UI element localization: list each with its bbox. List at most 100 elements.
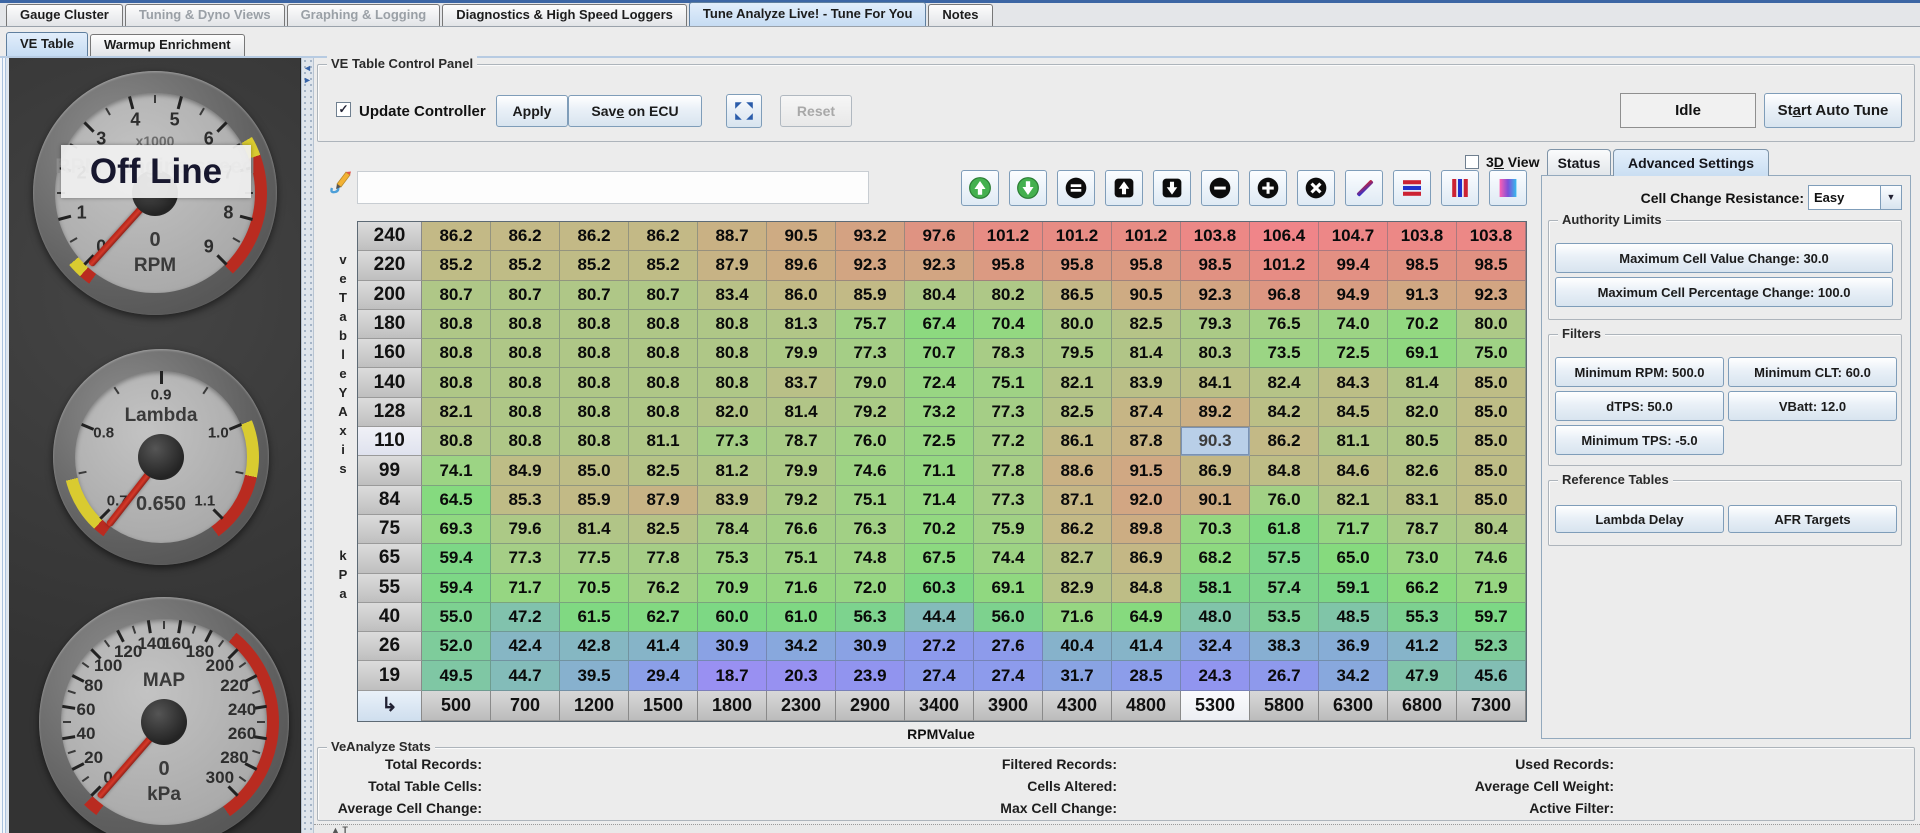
draw-line-button[interactable] bbox=[1345, 170, 1383, 206]
ve-cell[interactable]: 40.4 bbox=[1043, 632, 1112, 661]
ve-cell[interactable]: 80.7 bbox=[491, 281, 560, 310]
ve-cell[interactable]: 71.6 bbox=[1043, 603, 1112, 632]
ve-cell[interactable]: 80.8 bbox=[698, 368, 767, 397]
ve-cell[interactable]: 77.3 bbox=[491, 544, 560, 573]
ve-cell[interactable]: 87.9 bbox=[629, 486, 698, 515]
ve-cell[interactable]: 77.3 bbox=[974, 486, 1043, 515]
ve-cell[interactable]: 70.7 bbox=[905, 339, 974, 368]
ve-cell[interactable]: 52.3 bbox=[1457, 632, 1526, 661]
ve-cell[interactable]: 82.6 bbox=[1388, 456, 1457, 485]
ve-cell[interactable]: 80.8 bbox=[560, 398, 629, 427]
ve-cell[interactable]: 34.2 bbox=[767, 632, 836, 661]
ve-cell[interactable]: 24.3 bbox=[1181, 661, 1250, 690]
ve-cell[interactable]: 106.4 bbox=[1250, 222, 1319, 251]
chevron-down-icon[interactable]: ▼ bbox=[1880, 186, 1901, 209]
ve-row-header[interactable]: 128 bbox=[358, 398, 422, 427]
ve-row-header[interactable]: 220 bbox=[358, 251, 422, 280]
ve-cell[interactable]: 95.8 bbox=[1112, 251, 1181, 280]
ve-cell[interactable]: 101.2 bbox=[1250, 251, 1319, 280]
ve-cell[interactable]: 75.3 bbox=[698, 544, 767, 573]
ve-col-header[interactable]: 4300 bbox=[1043, 691, 1112, 721]
ve-cell[interactable]: 78.3 bbox=[974, 339, 1043, 368]
ve-cell[interactable]: 20.3 bbox=[767, 661, 836, 690]
ve-col-header[interactable]: 3400 bbox=[905, 691, 974, 721]
ve-cell[interactable]: 61.8 bbox=[1250, 515, 1319, 544]
ve-cell[interactable]: 30.9 bbox=[836, 632, 905, 661]
ve-cell[interactable]: 73.0 bbox=[1388, 544, 1457, 573]
ve-cell[interactable]: 85.2 bbox=[629, 251, 698, 280]
ve-cell[interactable]: 82.1 bbox=[1319, 486, 1388, 515]
ve-cell[interactable]: 41.4 bbox=[1112, 632, 1181, 661]
ve-cell[interactable]: 90.5 bbox=[1112, 281, 1181, 310]
ve-cell[interactable]: 23.9 bbox=[836, 661, 905, 690]
panel-splitter[interactable]: ◄ ► bbox=[301, 58, 314, 833]
ve-cell[interactable]: 69.1 bbox=[974, 574, 1043, 603]
ve-cell[interactable]: 83.9 bbox=[698, 486, 767, 515]
ve-cell[interactable]: 57.4 bbox=[1250, 574, 1319, 603]
ve-cell[interactable]: 75.1 bbox=[836, 486, 905, 515]
ve-cell[interactable]: 56.3 bbox=[836, 603, 905, 632]
ve-cell[interactable]: 57.5 bbox=[1250, 544, 1319, 573]
ve-cell[interactable]: 70.2 bbox=[905, 515, 974, 544]
ve-cell[interactable]: 85.2 bbox=[422, 251, 491, 280]
ve-cell[interactable]: 31.7 bbox=[1043, 661, 1112, 690]
sub-tab-1[interactable]: Warmup Enrichment bbox=[90, 34, 245, 56]
ve-cell[interactable]: 82.5 bbox=[1112, 310, 1181, 339]
ve-cell[interactable]: 95.8 bbox=[1043, 251, 1112, 280]
ve-cell[interactable]: 80.0 bbox=[1457, 310, 1526, 339]
ve-cell[interactable]: 75.9 bbox=[974, 515, 1043, 544]
ve-cell[interactable]: 83.9 bbox=[1112, 368, 1181, 397]
ve-cell[interactable]: 82.4 bbox=[1250, 368, 1319, 397]
ve-col-header[interactable]: 700 bbox=[491, 691, 560, 721]
ve-cell[interactable]: 104.7 bbox=[1319, 222, 1388, 251]
ve-cell[interactable]: 81.4 bbox=[1112, 339, 1181, 368]
ve-col-header[interactable]: 5300 bbox=[1181, 691, 1250, 721]
ve-cell[interactable]: 101.2 bbox=[974, 222, 1043, 251]
ve-cell[interactable]: 69.1 bbox=[1388, 339, 1457, 368]
ve-cell[interactable]: 86.9 bbox=[1112, 544, 1181, 573]
ve-cell[interactable]: 84.8 bbox=[1112, 574, 1181, 603]
reset-button[interactable]: Reset bbox=[780, 95, 852, 127]
ve-cell[interactable]: 77.8 bbox=[629, 544, 698, 573]
ve-cell[interactable]: 87.1 bbox=[1043, 486, 1112, 515]
ve-cell[interactable]: 101.2 bbox=[1112, 222, 1181, 251]
ve-cell[interactable]: 91.5 bbox=[1112, 456, 1181, 485]
ve-col-header[interactable]: 1800 bbox=[698, 691, 767, 721]
ve-cell[interactable]: 86.5 bbox=[1043, 281, 1112, 310]
ve-cell[interactable]: 80.8 bbox=[629, 368, 698, 397]
ve-cell[interactable]: 92.0 bbox=[1112, 486, 1181, 515]
ve-cell[interactable]: 77.5 bbox=[560, 544, 629, 573]
ve-cell[interactable]: 80.8 bbox=[422, 339, 491, 368]
ve-cell[interactable]: 81.3 bbox=[767, 310, 836, 339]
save-on-ecu-button[interactable]: Save on ECU bbox=[568, 95, 702, 127]
ve-row-header[interactable]: 180 bbox=[358, 310, 422, 339]
ve-cell[interactable]: 84.2 bbox=[1250, 398, 1319, 427]
ve-cell[interactable]: 70.3 bbox=[1181, 515, 1250, 544]
ve-cell[interactable]: 80.8 bbox=[629, 398, 698, 427]
ve-col-header[interactable]: 7300 bbox=[1457, 691, 1526, 721]
ve-col-header[interactable]: 3900 bbox=[974, 691, 1043, 721]
ve-cell[interactable]: 87.8 bbox=[1112, 427, 1181, 456]
ve-cell[interactable]: 76.2 bbox=[629, 574, 698, 603]
ve-cell[interactable]: 74.6 bbox=[1457, 544, 1526, 573]
ve-cell[interactable]: 80.8 bbox=[491, 398, 560, 427]
ve-cell[interactable]: 75.1 bbox=[974, 368, 1043, 397]
ve-row-header[interactable]: 140 bbox=[358, 368, 422, 397]
ve-cell[interactable]: 84.9 bbox=[491, 456, 560, 485]
ve-cell[interactable]: 84.6 bbox=[1319, 456, 1388, 485]
ve-cell[interactable]: 76.3 bbox=[836, 515, 905, 544]
ve-cell[interactable]: 27.2 bbox=[905, 632, 974, 661]
ve-cell[interactable]: 82.5 bbox=[629, 515, 698, 544]
scale-up-button[interactable] bbox=[961, 170, 999, 206]
ve-cell[interactable]: 61.0 bbox=[767, 603, 836, 632]
ve-cell[interactable]: 72.5 bbox=[1319, 339, 1388, 368]
ve-cell[interactable]: 52.0 bbox=[422, 632, 491, 661]
minimum-rpm-button[interactable]: Minimum RPM: 500.0 bbox=[1555, 357, 1724, 387]
ve-cell[interactable]: 92.3 bbox=[1181, 281, 1250, 310]
ve-cell[interactable]: 80.8 bbox=[698, 339, 767, 368]
ve-cell[interactable]: 85.0 bbox=[1457, 368, 1526, 397]
ve-cell[interactable]: 76.6 bbox=[767, 515, 836, 544]
ve-cell[interactable]: 59.7 bbox=[1457, 603, 1526, 632]
ve-cell[interactable]: 85.0 bbox=[1457, 456, 1526, 485]
horizontal-bands-button[interactable] bbox=[1393, 170, 1431, 206]
